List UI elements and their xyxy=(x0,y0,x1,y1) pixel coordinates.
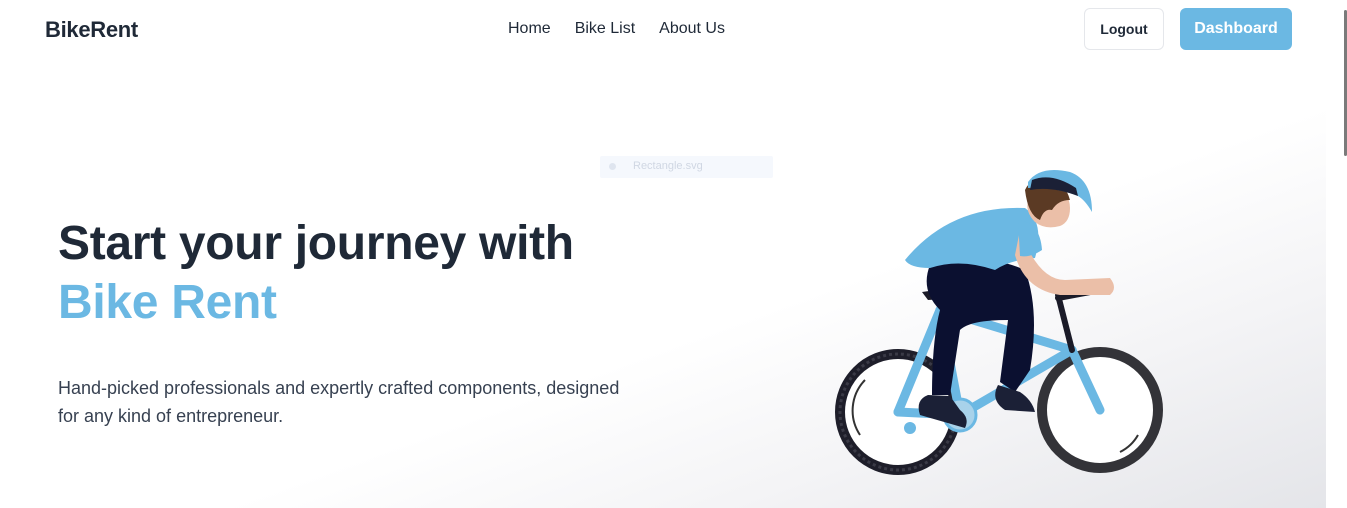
brand-logo[interactable]: BikeRent xyxy=(45,17,138,43)
nav-links: Home Bike List About Us xyxy=(508,20,725,38)
nav-link-about-us[interactable]: About Us xyxy=(659,20,725,38)
hero-headline-accent: Bike Rent xyxy=(58,276,277,329)
rear-derailleur xyxy=(904,422,916,434)
logout-button[interactable]: Logout xyxy=(1084,8,1164,50)
hero-description: Hand-picked professionals and expertly c… xyxy=(58,378,620,426)
image-icon xyxy=(609,163,616,170)
rider-sleeve xyxy=(1018,220,1042,257)
image-alt-text: Rectangle.svg xyxy=(633,160,703,172)
nav-link-bike-list[interactable]: Bike List xyxy=(575,20,635,38)
hero-top-fade xyxy=(26,88,1326,148)
broken-image-placeholder: Rectangle.svg xyxy=(600,156,773,178)
navbar: BikeRent Home Bike List About Us Logout … xyxy=(0,0,1347,60)
dashboard-button[interactable]: Dashboard xyxy=(1180,8,1292,50)
nav-link-home[interactable]: Home xyxy=(508,20,551,38)
hero-headline: Start your journey with xyxy=(58,217,574,270)
cyclist-illustration xyxy=(835,169,1163,475)
